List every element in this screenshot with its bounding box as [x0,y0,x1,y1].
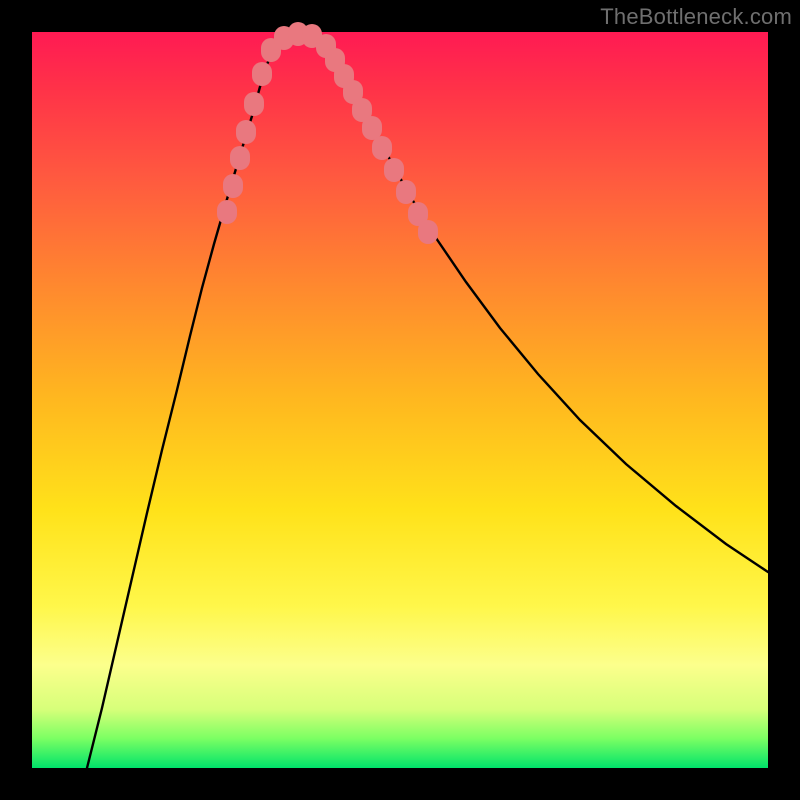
curve-marker [230,146,250,170]
curve-marker [223,174,243,198]
curve-marker [362,116,382,140]
curve-marker [244,92,264,116]
curve-marker [396,180,416,204]
curve-marker [236,120,256,144]
chart-frame: TheBottleneck.com [0,0,800,800]
curve-marker [372,136,392,160]
chart-svg [32,32,768,768]
curve-marker [418,220,438,244]
curve-marker [252,62,272,86]
curve-marker [384,158,404,182]
curve-marker [217,200,237,224]
plot-area [32,32,768,768]
bottleneck-curve [87,33,768,768]
watermark-text: TheBottleneck.com [600,4,792,30]
marker-group [217,22,438,244]
